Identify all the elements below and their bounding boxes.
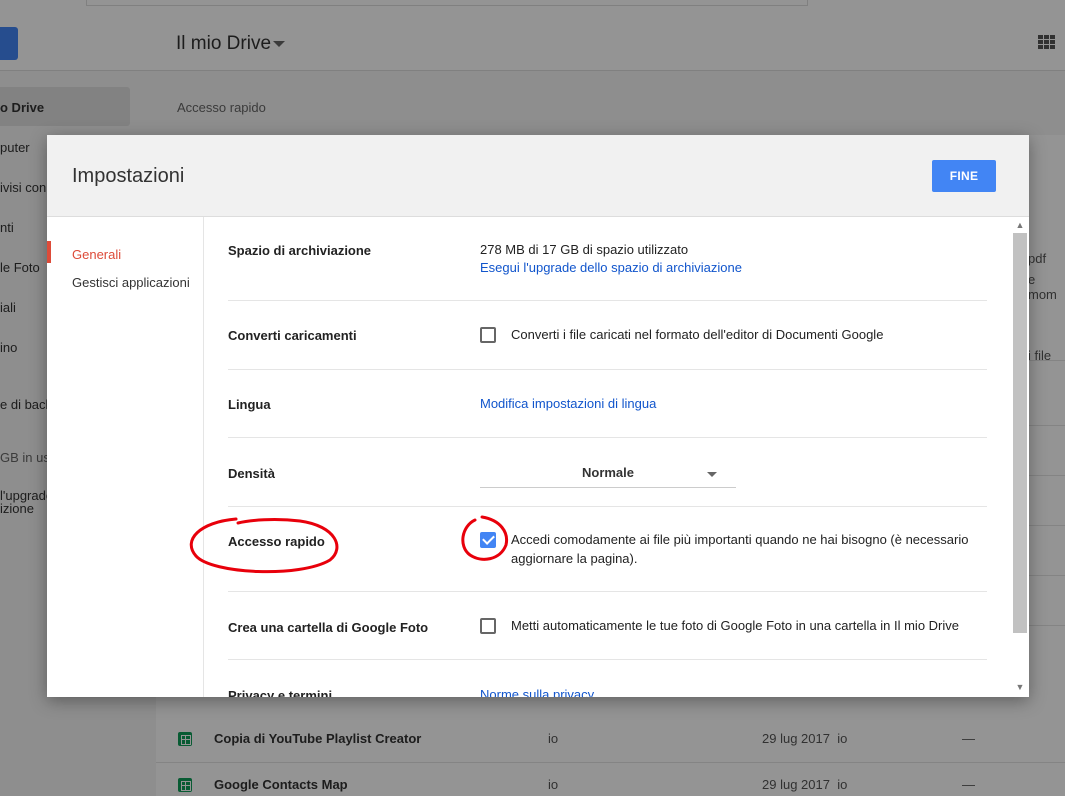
density-select[interactable]: Normale [480, 462, 736, 488]
setting-convert-uploads: Converti caricamenti Converti i file car… [228, 301, 987, 370]
settings-content: Spazio di archiviazione 278 MB di 17 GB … [204, 217, 1012, 697]
storage-usage: 278 MB di 17 GB di spazio utilizzato [480, 242, 689, 257]
dialog-title: Impostazioni [72, 165, 185, 187]
photos-folder-text: Metti automaticamente le tue foto di Goo… [511, 618, 959, 633]
convert-uploads-text: Converti i file caricati nel formato del… [511, 327, 884, 342]
quick-access-checkbox[interactable] [480, 532, 496, 548]
nav-item-manage-apps[interactable]: Gestisci applicazioni [72, 275, 190, 290]
scroll-thumb[interactable] [1013, 233, 1027, 633]
setting-label: Accesso rapido [228, 534, 325, 549]
chevron-down-icon [707, 472, 717, 477]
privacy-policy-link[interactable]: Norme sulla privacy [480, 686, 594, 697]
convert-uploads-checkbox[interactable] [480, 327, 496, 343]
setting-quick-access: Accesso rapido Accedi comodamente ai fil… [228, 507, 987, 592]
nav-active-indicator [47, 241, 51, 263]
setting-label: Crea una cartella di Google Foto [228, 620, 429, 635]
density-value: Normale [581, 465, 635, 480]
scroll-up-icon[interactable]: ▲ [1015, 220, 1025, 230]
nav-item-general[interactable]: Generali [72, 247, 121, 262]
photos-folder-checkbox[interactable] [480, 618, 496, 634]
settings-scrollbar[interactable]: ▲ ▼ [1012, 217, 1029, 697]
setting-label: Converti caricamenti [228, 328, 357, 343]
setting-language: Lingua Modifica impostazioni di lingua [228, 370, 987, 438]
scroll-down-icon[interactable]: ▼ [1015, 682, 1025, 692]
settings-nav: Generali Gestisci applicazioni [47, 217, 204, 697]
quick-access-text: Accedi comodamente ai file più important… [511, 532, 969, 566]
settings-dialog: Impostazioni FINE Generali Gestisci appl… [47, 135, 1029, 697]
setting-label: Densità [228, 466, 275, 481]
setting-density: Densità Normale [228, 438, 987, 507]
dialog-header: Impostazioni FINE [47, 135, 1029, 217]
setting-photos-folder: Crea una cartella di Google Foto Metti a… [228, 592, 987, 660]
setting-privacy: Privacy e termini Norme sulla privacy [228, 660, 987, 697]
language-settings-link[interactable]: Modifica impostazioni di lingua [480, 395, 656, 413]
setting-storage: Spazio di archiviazione 278 MB di 17 GB … [228, 217, 987, 301]
setting-label: Privacy e termini [228, 688, 333, 697]
upgrade-storage-link[interactable]: Esegui l'upgrade dello spazio di archivi… [480, 259, 742, 277]
done-button[interactable]: FINE [932, 160, 996, 192]
setting-label: Spazio di archiviazione [228, 243, 372, 258]
setting-label: Lingua [228, 397, 271, 412]
